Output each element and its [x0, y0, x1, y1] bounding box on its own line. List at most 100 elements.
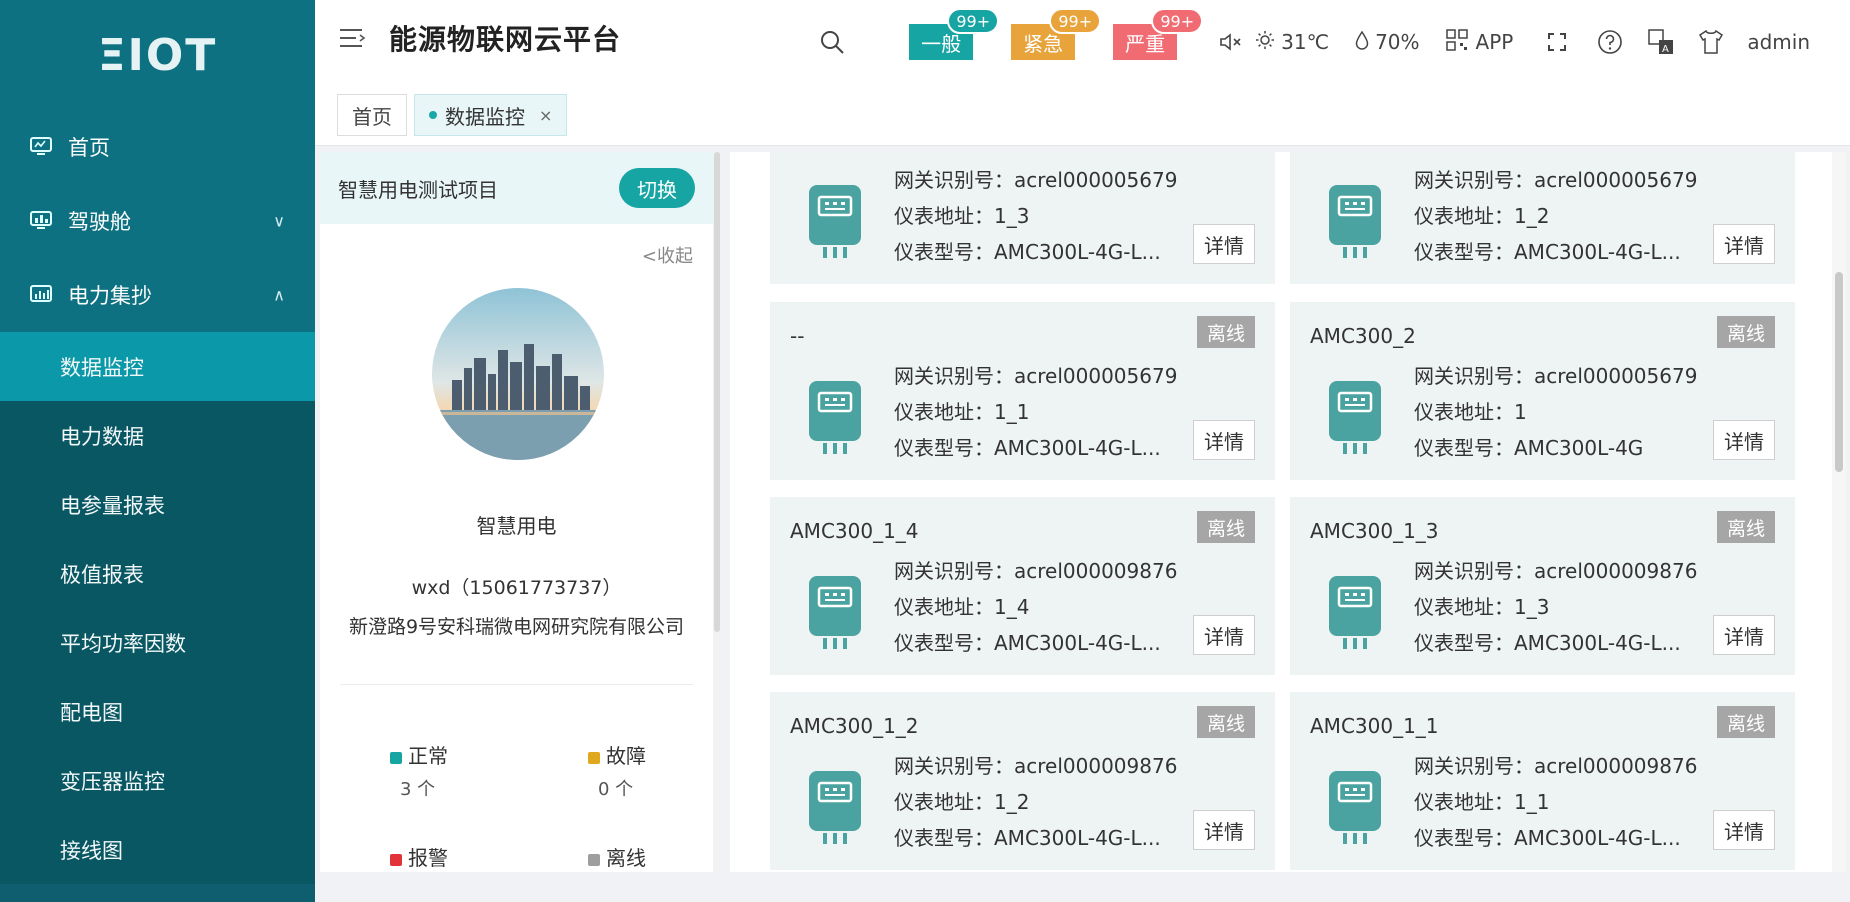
device-card: AMC300_1_2 离线 网关识别号：acrel000009876 仪表地址：… [770, 692, 1275, 870]
device-info: 网关识别号：acrel000009876 仪表地址：1_4 仪表型号：AMC30… [894, 553, 1177, 661]
sidebar-subitem-power-factor[interactable]: 平均功率因数 [0, 608, 315, 677]
fullscreen-icon[interactable] [1547, 32, 1567, 52]
sidebar-item-power-collection[interactable]: 电力集抄 ∧ [0, 258, 315, 332]
language-icon[interactable]: A [1647, 28, 1675, 56]
sidebar-subitem-extreme-report[interactable]: 极值报表 [0, 539, 315, 608]
app-download-button[interactable]: APP [1445, 28, 1514, 56]
sidebar-subitem-wiring[interactable]: 接线图 [0, 815, 315, 884]
alarm-count-badge: 99+ [947, 8, 1000, 34]
sidebar-submenu: 数据监控 电力数据 电参量报表 极值报表 平均功率因数 配电图 变压器监控 接线… [0, 332, 315, 884]
model-label: 仪表型号： [1414, 240, 1514, 264]
device-name: AMC300_1_4 [790, 519, 919, 543]
sidebar-item-home[interactable]: 首页 [0, 110, 315, 184]
status-square-icon [390, 751, 402, 764]
model-value: AMC300L-4G-L... [994, 436, 1161, 460]
gateway-value: acrel000009876 [1014, 559, 1178, 583]
address-value: 1_4 [994, 595, 1030, 619]
theme-shirt-icon[interactable] [1697, 29, 1725, 55]
panel-scrollbar[interactable] [713, 152, 721, 872]
alarm-severe-button[interactable]: 严重 99+ [1113, 8, 1204, 60]
gateway-label: 网关识别号： [1414, 559, 1534, 583]
app-title: 能源物联网云平台 [389, 23, 622, 56]
sidebar-item-cockpit[interactable]: 驾驶舱 ∨ [0, 184, 315, 258]
project-contact: wxd（15061773737） [411, 577, 622, 599]
alarm-urgent-button[interactable]: 紧急 99+ [1011, 8, 1102, 60]
device-card: 网关识别号：acrel000005679 仪表地址：1_2 仪表型号：AMC30… [1290, 152, 1795, 284]
tab-home[interactable]: 首页 [337, 94, 407, 136]
gateway-label: 网关识别号： [894, 559, 1014, 583]
gateway-value: acrel000005679 [1534, 168, 1698, 192]
tab-data-monitor[interactable]: 数据监控 × [414, 94, 568, 136]
meter-icon [808, 380, 862, 454]
gateway-value: acrel000009876 [1534, 559, 1698, 583]
help-icon[interactable] [1597, 29, 1623, 55]
model-label: 仪表型号： [894, 826, 994, 850]
model-value: AMC300L-4G-L... [994, 631, 1161, 655]
address-value: 1_2 [994, 790, 1030, 814]
address-value: 1_1 [994, 400, 1030, 424]
address-value: 1_2 [1514, 204, 1550, 228]
sidebar-menu: 首页 驾驶舱 ∨ 电力集抄 ∧ [0, 110, 315, 332]
device-card: AMC300_1_3 离线 网关识别号：acrel000009876 仪表地址：… [1290, 497, 1795, 675]
grid-scrollbar[interactable] [1832, 152, 1846, 872]
gateway-label: 网关识别号： [894, 168, 1014, 192]
water-drop-icon [1355, 30, 1369, 55]
gateway-label: 网关识别号： [894, 364, 1014, 388]
model-value: AMC300L-4G [1514, 436, 1644, 460]
user-menu[interactable]: admin [1747, 30, 1810, 54]
gateway-label: 网关识别号： [894, 754, 1014, 778]
tab-bar: 首页 数据监控 × [315, 84, 1850, 146]
model-label: 仪表型号： [1414, 826, 1514, 850]
sidebar-item-label: 首页 [68, 136, 110, 160]
detail-button[interactable]: 详情 [1713, 615, 1775, 655]
detail-button[interactable]: 详情 [1713, 810, 1775, 850]
device-info: 网关识别号：acrel000005679 仪表地址：1_1 仪表型号：AMC30… [894, 358, 1177, 466]
top-bar: 能源物联网云平台 一般 99+ 紧急 99+ 严重 99+ 31℃ 70% AP… [315, 0, 1850, 84]
device-grid: 网关识别号：acrel000005679 仪表地址：1_3 仪表型号：AMC30… [730, 152, 1832, 872]
gateway-value: acrel000005679 [1014, 364, 1178, 388]
sidebar-subitem-transformer[interactable]: 变压器监控 [0, 746, 315, 815]
project-name: 智慧用电测试项目 [338, 177, 498, 202]
detail-button[interactable]: 详情 [1713, 224, 1775, 264]
model-label: 仪表型号： [894, 436, 994, 460]
meter-icon [1328, 575, 1382, 649]
detail-button[interactable]: 详情 [1713, 420, 1775, 460]
switch-project-button[interactable]: 切换 [619, 168, 695, 208]
model-value: AMC300L-4G-L... [1514, 631, 1681, 655]
address-label: 仪表地址： [894, 400, 994, 424]
scrollbar-thumb[interactable] [714, 152, 720, 632]
app-label: APP [1475, 30, 1514, 54]
detail-button[interactable]: 详情 [1193, 615, 1255, 655]
stat-label: 故障 [606, 744, 646, 768]
address-label: 仪表地址： [1414, 204, 1514, 228]
project-title: 智慧用电 [476, 514, 557, 538]
address-label: 仪表地址： [1414, 790, 1514, 814]
sidebar-subitem-data-monitor[interactable]: 数据监控 [0, 332, 315, 401]
menu-toggle-icon[interactable] [339, 24, 367, 52]
detail-button[interactable]: 详情 [1193, 810, 1255, 850]
sidebar-subitem-power-data[interactable]: 电力数据 [0, 401, 315, 470]
alarm-count-badge: 99+ [1151, 8, 1204, 34]
collapse-link[interactable]: <收起 [642, 242, 693, 268]
scrollbar-thumb[interactable] [1835, 272, 1843, 472]
search-icon[interactable] [819, 29, 845, 55]
address-value: 1 [1514, 400, 1527, 424]
sidebar-subitem-distribution[interactable]: 配电图 [0, 677, 315, 746]
device-info: 网关识别号：acrel000009876 仪表地址：1_3 仪表型号：AMC30… [1414, 553, 1697, 661]
mute-icon[interactable] [1219, 31, 1243, 53]
close-icon[interactable]: × [539, 106, 552, 125]
device-info: 网关识别号：acrel000009876 仪表地址：1_1 仪表型号：AMC30… [1414, 748, 1697, 856]
tab-label: 数据监控 [445, 104, 525, 129]
device-card: -- 离线 网关识别号：acrel000005679 仪表地址：1_1 仪表型号… [770, 302, 1275, 480]
address-value: 1_3 [994, 204, 1030, 228]
sidebar-subitem-param-report[interactable]: 电参量报表 [0, 470, 315, 539]
stat-fault: 故障 0 个 [588, 740, 646, 801]
device-name: -- [790, 324, 805, 348]
alarm-normal-button[interactable]: 一般 99+ [909, 8, 1000, 60]
address-label: 仪表地址： [1414, 400, 1514, 424]
detail-button[interactable]: 详情 [1193, 420, 1255, 460]
device-card: AMC300_1_1 离线 网关识别号：acrel000009876 仪表地址：… [1290, 692, 1795, 870]
model-label: 仪表型号： [1414, 436, 1514, 460]
address-label: 仪表地址： [894, 204, 994, 228]
detail-button[interactable]: 详情 [1193, 224, 1255, 264]
